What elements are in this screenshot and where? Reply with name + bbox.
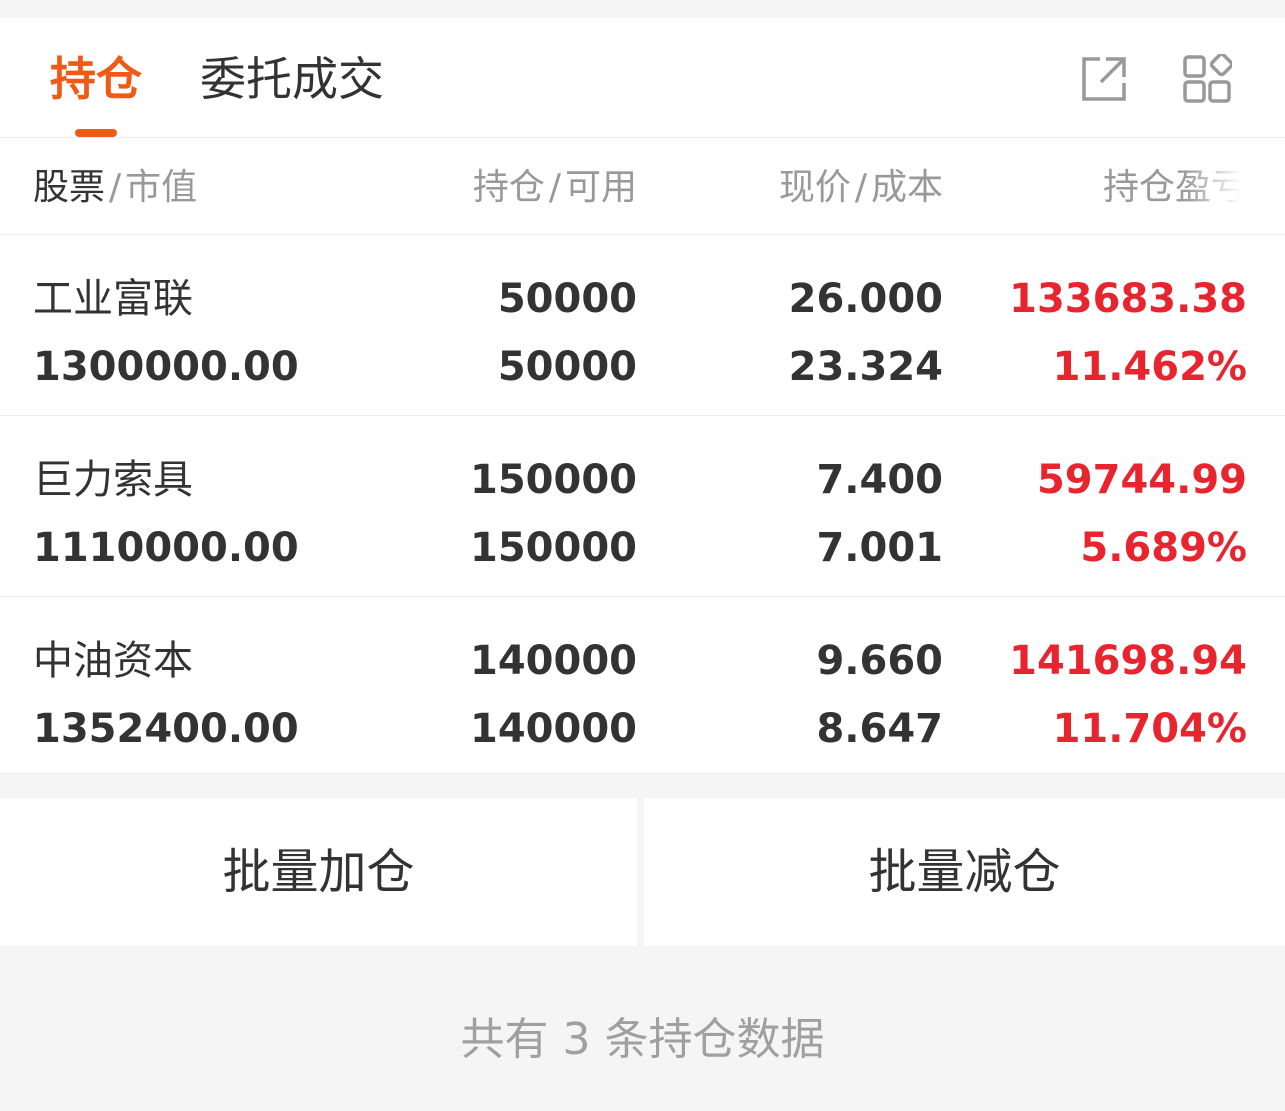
stock-name: 工业富联 xyxy=(33,276,193,322)
pl-amount: 133683.38 xyxy=(1009,276,1247,322)
header-market-value: 市值 xyxy=(125,167,198,208)
table-row[interactable]: 巨力索具 1110000.00 150000 150000 7.400 7.00… xyxy=(0,415,1285,596)
tab-bar: 持仓 委托成交 xyxy=(0,18,1285,138)
cost-price: 23.324 xyxy=(788,344,943,390)
pl-percent: 5.689% xyxy=(1080,525,1247,571)
positions-table: 股票 / 市值 持仓 / 可用 现价 / 成本 持仓盈亏 工业富联 1300000.00 5… xyxy=(0,138,1285,774)
apps-grid-icon[interactable] xyxy=(1182,52,1234,104)
stock-name: 巨力索具 xyxy=(33,457,193,503)
table-row[interactable]: 中油资本 1352400.00 140000 140000 9.660 8.64… xyxy=(0,596,1285,777)
header-separator: / xyxy=(109,167,122,208)
position-qty: 140000 xyxy=(470,638,637,684)
cost-price: 8.647 xyxy=(816,706,943,752)
positions-summary: 共有 3 条持仓数据 xyxy=(460,1014,825,1065)
share-external-icon[interactable] xyxy=(1079,54,1129,104)
tab-positions[interactable]: 持仓 xyxy=(50,51,142,107)
batch-reduce-button[interactable]: 批量减仓 xyxy=(644,798,1285,946)
active-tab-indicator xyxy=(75,129,117,137)
available-qty: 50000 xyxy=(497,344,637,390)
header-position: 持仓 xyxy=(472,167,545,208)
tab-orders-trades[interactable]: 委托成交 xyxy=(200,51,384,107)
top-strip xyxy=(0,0,1285,18)
header-separator: / xyxy=(854,167,867,208)
pl-percent: 11.704% xyxy=(1052,706,1247,752)
market-value: 1110000.00 xyxy=(33,525,299,571)
market-value: 1300000.00 xyxy=(33,344,299,390)
batch-add-button[interactable]: 批量加仓 xyxy=(0,798,637,946)
header-stock-value: 股票 / 市值 xyxy=(33,168,197,208)
header-price-cost: 现价 / 成本 xyxy=(779,168,943,208)
pl-amount: 59744.99 xyxy=(1036,457,1247,503)
header-fade xyxy=(1185,162,1255,214)
position-qty: 150000 xyxy=(470,457,637,503)
header-stock: 股票 xyxy=(33,167,106,208)
table-row[interactable]: 工业富联 1300000.00 50000 50000 26.000 23.32… xyxy=(0,234,1285,415)
position-qty: 50000 xyxy=(497,276,637,322)
header-price: 现价 xyxy=(778,167,851,208)
pl-percent: 11.462% xyxy=(1052,344,1247,390)
current-price: 26.000 xyxy=(788,276,943,322)
header-separator: / xyxy=(548,167,561,208)
available-qty: 140000 xyxy=(470,706,637,752)
header-available: 可用 xyxy=(564,167,637,208)
positions-page: 持仓 委托成交 股票 / 市值 持仓 / 可用 现价 / 成本 持仓盈亏 工业富… xyxy=(0,0,1285,1111)
header-position-available: 持仓 / 可用 xyxy=(473,168,637,208)
header-cost: 成本 xyxy=(870,167,943,208)
current-price: 7.400 xyxy=(816,457,943,503)
market-value: 1352400.00 xyxy=(33,706,299,752)
cost-price: 7.001 xyxy=(816,525,943,571)
current-price: 9.660 xyxy=(816,638,943,684)
table-header: 股票 / 市值 持仓 / 可用 现价 / 成本 持仓盈亏 xyxy=(0,138,1285,234)
pl-amount: 141698.94 xyxy=(1009,638,1247,684)
stock-name: 中油资本 xyxy=(33,638,193,684)
available-qty: 150000 xyxy=(470,525,637,571)
